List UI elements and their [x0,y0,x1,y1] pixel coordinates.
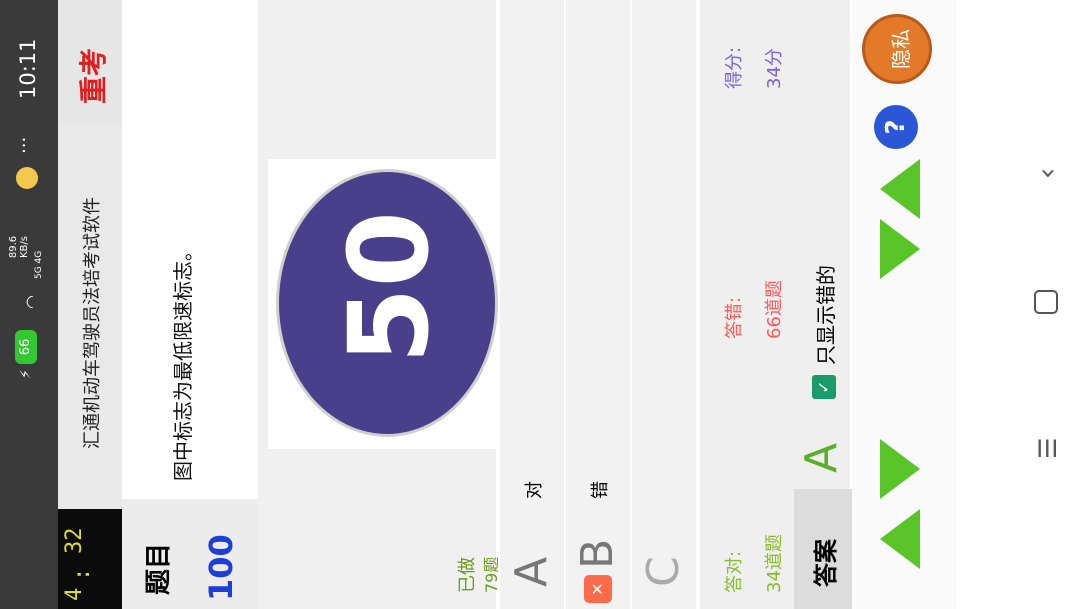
option-a[interactable]: A 对 [500,0,564,609]
wrong-mark-icon: ✕ [584,575,612,603]
done-label: 已做 [457,557,478,593]
nav-controls: ? 隐私 [852,0,956,609]
option-b-letter: B [572,538,623,569]
answer-letter: A [796,442,847,473]
notification-icon [16,167,38,189]
timer-display: 4 : 32 [58,509,122,609]
hide-button[interactable]: 隐私 [862,14,932,84]
back-icon[interactable]: ‹ [1030,168,1063,179]
home-icon[interactable] [1034,290,1058,314]
restart-button[interactable]: 重考 [58,0,122,124]
question-text: 图中标志为最低限速标志。 [171,241,195,481]
option-a-text: 对 [524,481,545,499]
question-image-area: 50 已做 79题 [258,0,508,609]
charging-icon: ⚡ [18,369,34,379]
correct-value: 34道题 [764,534,785,593]
question-label: 题目 [144,542,174,595]
status-dots: ··· [14,136,35,154]
title-bar: 4 : 32 汇通机动车驾驶员法培考试软件 重考 [58,0,122,609]
option-b[interactable]: ✕ B 错 [566,0,630,609]
option-a-letter: A [506,556,557,587]
correct-label: 答对: [724,550,745,593]
help-button[interactable]: ? [874,105,918,149]
page-down-arrow-icon[interactable] [870,219,930,279]
question-number-panel: 题目 100 [122,499,258,609]
speed-sign-image: 50 [268,159,508,449]
net-speed: 89.6 KB/s [8,235,30,259]
wifi-icon: ◠ [22,295,41,309]
speed-sign-value: 50 [325,210,453,364]
net-type: 5G 4G [34,250,44,279]
speed-sign-circle: 50 [276,169,498,437]
battery-icon: 66 [15,330,37,364]
next-question-arrow-icon[interactable] [870,439,930,499]
menu-icon[interactable]: ☰ [1034,437,1062,459]
question-number: 100 [202,534,240,601]
system-nav-bar: ☰ ‹ [1020,0,1080,609]
option-c[interactable]: C [632,0,696,609]
score-value: 34分 [764,48,785,89]
wrong-value: 66道题 [764,280,785,339]
wrong-label: 答错: [724,296,745,339]
only-wrong-label: 只显示错的 [814,265,838,365]
status-bar: 10:11 ··· 89.6 KB/s 5G 4G ◠ 66 ⚡ [0,0,58,609]
done-count: 79题 [482,556,501,593]
app-title: 汇通机动车驾驶员法培考试软件 [82,197,103,449]
status-time: 10:11 [16,38,40,99]
checkbox-icon: ✓ [812,375,836,399]
prev-question-arrow-icon[interactable] [870,509,930,569]
score-label: 得分: [724,46,745,89]
page-up-arrow-icon[interactable] [870,159,930,219]
option-b-text: 错 [590,481,611,499]
answer-button[interactable]: 答案 [794,489,852,609]
option-c-letter: C [638,556,689,587]
question-text-box: 图中标志为最低限速标志。 [145,29,247,499]
app-frame: 10:11 ··· 89.6 KB/s 5G 4G ◠ 66 ⚡ 4 : 32 … [0,0,1080,609]
